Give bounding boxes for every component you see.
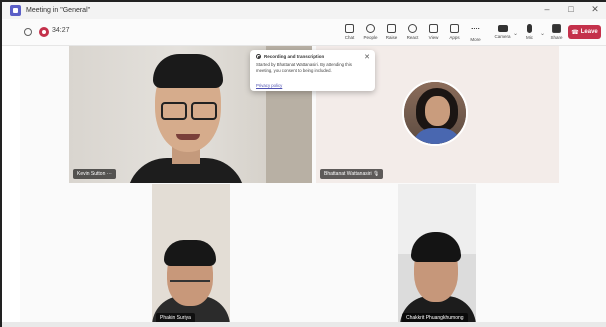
minimize-button[interactable]: – bbox=[542, 4, 552, 15]
chat-label: Chat bbox=[344, 35, 355, 40]
apps-label: Apps bbox=[449, 35, 460, 40]
phone-hangup-icon: ☎ bbox=[571, 29, 579, 36]
chat-icon bbox=[345, 24, 354, 33]
recording-notification: Recording and transcription ✕ Started by… bbox=[250, 50, 375, 91]
more-label: More bbox=[470, 37, 481, 42]
meeting-info-icon[interactable] bbox=[24, 28, 32, 36]
share-button[interactable]: Share bbox=[546, 22, 567, 44]
notification-body: Started by Bhattanat Wattanasiri. By att… bbox=[256, 62, 352, 73]
raise-hand-button[interactable]: Raise bbox=[381, 22, 402, 44]
participant-name-label: Kevin Sutton ··· bbox=[73, 169, 116, 179]
participant-video-mouth bbox=[176, 134, 200, 140]
participant-video-glasses bbox=[170, 280, 210, 290]
raise-label: Raise bbox=[385, 35, 398, 40]
bottom-strip bbox=[2, 322, 606, 327]
view-button[interactable]: View bbox=[423, 22, 444, 44]
window-title: Meeting in "General" bbox=[26, 7, 91, 14]
apps-button[interactable]: Apps bbox=[444, 22, 465, 44]
avatar-face bbox=[425, 96, 450, 126]
share-screen-icon bbox=[552, 24, 561, 33]
meeting-timer: 34:27 bbox=[52, 27, 70, 34]
react-button[interactable]: React bbox=[402, 22, 423, 44]
title-bar: Meeting in "General" – □ ✕ bbox=[2, 2, 606, 19]
video-tile-chakkrit[interactable]: Chakkrit Phuangkhumong bbox=[398, 184, 476, 327]
participant-video-hair bbox=[153, 54, 223, 88]
privacy-policy-link[interactable]: Privacy policy bbox=[256, 83, 282, 88]
smiley-icon bbox=[408, 24, 417, 33]
meeting-toolbar: 34:27 Chat People Raise React View Apps bbox=[2, 19, 606, 46]
participant-avatar bbox=[402, 80, 468, 146]
share-label: Share bbox=[550, 35, 563, 40]
people-icon bbox=[366, 24, 375, 33]
participant-video-hair bbox=[164, 240, 216, 266]
mic-button[interactable]: Mic bbox=[519, 22, 540, 44]
more-button[interactable]: More bbox=[465, 22, 486, 44]
leave-button[interactable]: ☎ Leave bbox=[568, 25, 601, 39]
react-label: React bbox=[406, 35, 419, 40]
camera-label: Camera bbox=[494, 34, 511, 39]
view-label: View bbox=[428, 35, 439, 40]
participant-name-label: Bhattanat Wattanasiri 🎙 bbox=[320, 169, 384, 179]
grid-icon bbox=[429, 24, 438, 33]
microphone-icon bbox=[527, 24, 532, 33]
mic-label: Mic bbox=[526, 35, 533, 40]
camera-button[interactable]: Camera bbox=[492, 22, 513, 44]
mic-muted-icon: 🎙 bbox=[373, 171, 380, 177]
participant-video-glasses bbox=[161, 102, 217, 120]
hand-icon bbox=[387, 24, 396, 33]
recording-icon bbox=[39, 27, 49, 37]
ellipsis-icon bbox=[471, 28, 480, 30]
apps-icon bbox=[450, 24, 459, 33]
maximize-button[interactable]: □ bbox=[566, 4, 576, 15]
video-tile-phakin[interactable]: Phakin Suriya bbox=[152, 184, 230, 327]
notification-header: Recording and transcription bbox=[256, 54, 369, 59]
notification-title: Recording and transcription bbox=[264, 54, 325, 59]
teams-app-icon bbox=[10, 5, 21, 16]
chat-button[interactable]: Chat bbox=[339, 22, 360, 44]
camera-icon bbox=[497, 25, 508, 32]
close-button[interactable]: ✕ bbox=[590, 4, 600, 15]
leave-label: Leave bbox=[580, 29, 598, 35]
people-label: People bbox=[363, 35, 378, 40]
close-icon[interactable]: ✕ bbox=[364, 53, 370, 61]
toolbar-buttons: Chat People Raise React View Apps More C… bbox=[339, 22, 567, 44]
window-controls: – □ ✕ bbox=[542, 4, 600, 15]
record-icon bbox=[256, 54, 261, 59]
people-button[interactable]: People bbox=[360, 22, 381, 44]
